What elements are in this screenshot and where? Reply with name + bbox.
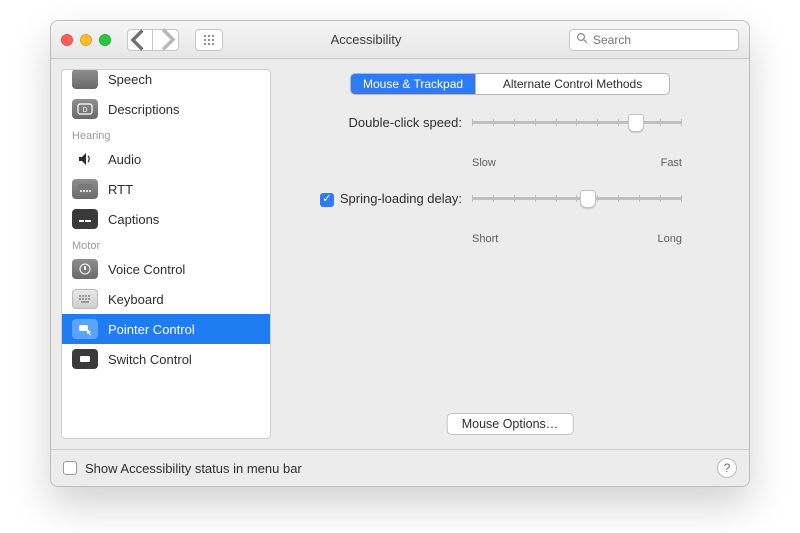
sidebar-item-rtt[interactable]: RTT	[62, 174, 270, 204]
switch-icon	[72, 349, 98, 369]
sidebar-item-switch-control[interactable]: Switch Control	[62, 344, 270, 374]
traffic-lights	[61, 34, 111, 46]
sidebar-item-label: Pointer Control	[108, 322, 195, 337]
rtt-icon	[72, 179, 98, 199]
sidebar-item-pointer-control[interactable]: Pointer Control	[62, 314, 270, 344]
sidebar-item-label: Keyboard	[108, 292, 164, 307]
sidebar[interactable]: Speech D Descriptions Hearing Audio RTT	[61, 69, 271, 439]
row-double-click: Double-click speed: Slow Fast	[287, 115, 733, 169]
keyboard-icon	[72, 289, 98, 309]
speaker-icon	[72, 149, 98, 169]
back-button[interactable]	[127, 29, 153, 51]
sidebar-item-voice-control[interactable]: Voice Control	[62, 254, 270, 284]
svg-text:D: D	[82, 107, 87, 114]
tab-alternate-methods[interactable]: Alternate Control Methods	[475, 74, 669, 94]
slider-thumb[interactable]	[580, 190, 596, 208]
sidebar-item-label: RTT	[108, 182, 133, 197]
spring-loading-max: Long	[658, 233, 682, 245]
sidebar-item-label: Audio	[108, 152, 141, 167]
spring-loading-label: Spring-loading delay:	[340, 191, 462, 206]
sidebar-item-descriptions[interactable]: D Descriptions	[62, 94, 270, 124]
footer: Show Accessibility status in menu bar ?	[51, 449, 749, 486]
tab-bar: Mouse & Trackpad Alternate Control Metho…	[350, 73, 670, 95]
spring-loading-slider[interactable]	[472, 191, 682, 219]
double-click-slider[interactable]	[472, 115, 682, 143]
captions-icon	[72, 209, 98, 229]
search-input[interactable]	[593, 33, 748, 47]
window-body: Speech D Descriptions Hearing Audio RTT	[51, 59, 749, 449]
descriptions-icon: D	[72, 99, 98, 119]
sidebar-item-captions[interactable]: Captions	[62, 204, 270, 234]
search-field[interactable]	[569, 29, 739, 51]
search-icon	[576, 32, 588, 47]
voice-control-icon	[72, 259, 98, 279]
sidebar-item-label: Speech	[108, 72, 152, 87]
double-click-label: Double-click speed:	[287, 115, 462, 130]
mouse-options-button[interactable]: Mouse Options…	[447, 413, 574, 435]
sidebar-item-label: Captions	[108, 212, 159, 227]
sidebar-item-keyboard[interactable]: Keyboard	[62, 284, 270, 314]
zoom-window-button[interactable]	[99, 34, 111, 46]
chevron-left-icon	[128, 28, 152, 52]
slider-thumb[interactable]	[628, 114, 644, 132]
sidebar-item-label: Descriptions	[108, 102, 180, 117]
pointer-icon	[72, 319, 98, 339]
double-click-min: Slow	[472, 157, 496, 169]
main-panel: Mouse & Trackpad Alternate Control Metho…	[271, 59, 749, 449]
sidebar-section-motor: Motor	[62, 234, 270, 254]
minimize-window-button[interactable]	[80, 34, 92, 46]
close-window-button[interactable]	[61, 34, 73, 46]
help-button[interactable]: ?	[717, 458, 737, 478]
show-status-checkbox[interactable]	[63, 461, 77, 475]
tab-mouse-trackpad[interactable]: Mouse & Trackpad	[351, 74, 475, 94]
spring-loading-checkbox[interactable]	[320, 193, 334, 207]
sidebar-item-speech[interactable]: Speech	[62, 69, 270, 94]
window-title: Accessibility	[173, 32, 559, 47]
sidebar-item-label: Voice Control	[108, 262, 185, 277]
double-click-max: Fast	[661, 157, 682, 169]
speech-icon	[72, 69, 98, 89]
sidebar-item-label: Switch Control	[108, 352, 192, 367]
nav-back-forward	[127, 29, 179, 51]
prefs-window: Accessibility Speech D Descriptions Hear…	[50, 20, 750, 487]
sidebar-section-hearing: Hearing	[62, 124, 270, 144]
spring-loading-min: Short	[472, 233, 498, 245]
show-status-label: Show Accessibility status in menu bar	[85, 461, 302, 476]
sidebar-item-audio[interactable]: Audio	[62, 144, 270, 174]
titlebar: Accessibility	[51, 21, 749, 59]
row-spring-loading: Spring-loading delay: Short Long	[287, 191, 733, 245]
